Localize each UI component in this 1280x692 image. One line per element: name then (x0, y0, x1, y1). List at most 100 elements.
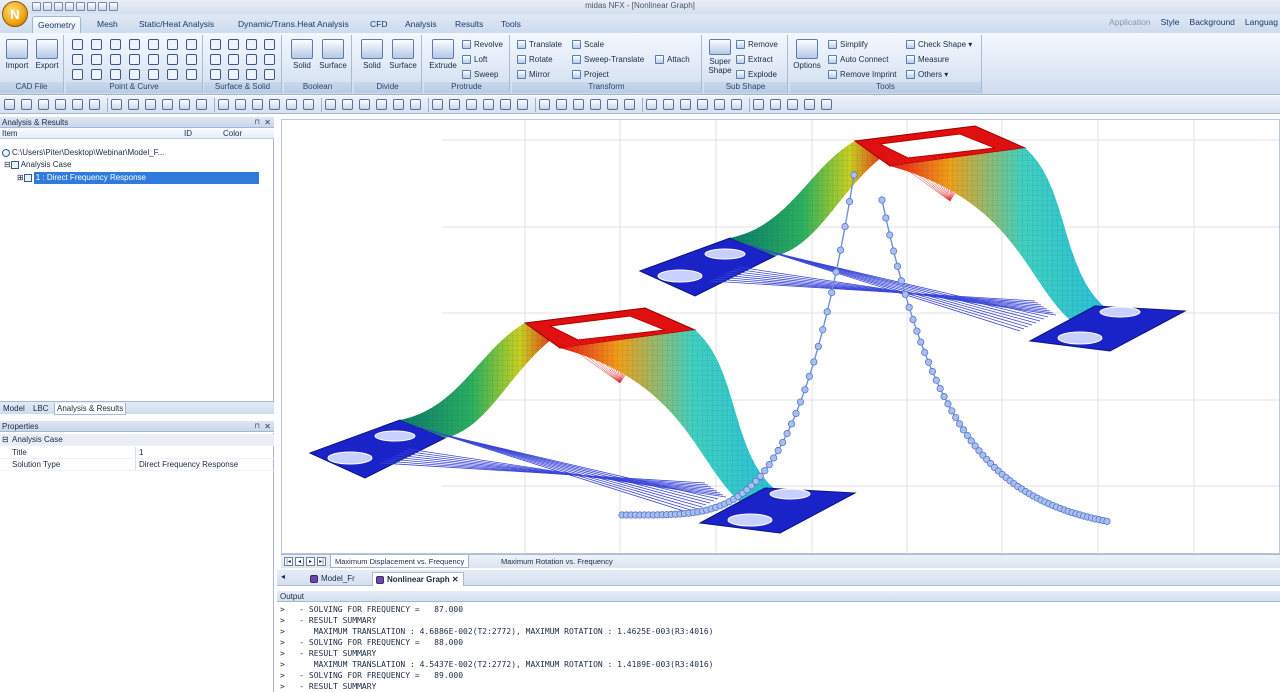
rotate-view-icon[interactable] (714, 99, 725, 110)
application-menu[interactable]: Application (1109, 17, 1151, 27)
sweep-translate-button[interactable]: Sweep-Translate (572, 53, 644, 66)
grid-icon[interactable] (432, 99, 443, 110)
translate-button[interactable]: Translate (517, 38, 562, 51)
tab-mesh[interactable]: Mesh (92, 16, 123, 33)
select-icon[interactable] (646, 99, 657, 110)
tab-cfd[interactable]: CFD (365, 16, 392, 33)
prev-sheet-icon[interactable]: ◂ (295, 557, 304, 566)
fillet-solid-icon[interactable] (264, 54, 275, 65)
measure-view-icon[interactable] (303, 99, 314, 110)
extend-icon[interactable] (129, 54, 140, 65)
close-icon[interactable]: ✕ (264, 117, 271, 128)
col-color[interactable]: Color (223, 128, 242, 139)
tree-root[interactable]: C:\Users\Piter\Desktop\Webinar\Model_F..… (2, 147, 164, 159)
rotate-view-icon[interactable] (393, 99, 404, 110)
property-row-solution-type[interactable]: Solution Type Direct Frequency Response (0, 459, 274, 471)
fillet-icon[interactable] (72, 54, 83, 65)
save-icon[interactable] (54, 1, 63, 11)
close-tab-icon[interactable]: ✕ (452, 575, 459, 584)
wireframe-icon[interactable] (821, 99, 832, 110)
pin-icon[interactable]: ⊓ (255, 421, 260, 432)
view-iso-icon[interactable] (804, 99, 815, 110)
select-icon[interactable] (4, 99, 15, 110)
tab-model[interactable]: Model (1, 403, 27, 415)
rectangle-icon[interactable] (148, 69, 159, 80)
collapse-icon[interactable]: ⊟ (4, 160, 11, 169)
property-row-title[interactable]: Title 1 (0, 447, 274, 459)
layer-icon[interactable] (590, 99, 601, 110)
box-icon[interactable] (210, 69, 221, 80)
zoom-icon[interactable] (680, 99, 691, 110)
auto-connect-button[interactable]: Auto Connect (828, 53, 888, 66)
arc-icon[interactable] (72, 69, 83, 80)
lock-icon[interactable] (342, 99, 353, 110)
next-sheet-icon[interactable]: ▸ (306, 557, 315, 566)
tab-max-displacement[interactable]: Maximum Displacement vs. Frequency (330, 555, 470, 568)
layer-icon[interactable] (269, 99, 280, 110)
remove-button[interactable]: Remove (736, 38, 778, 51)
axis-icon[interactable] (607, 99, 618, 110)
point-icon[interactable] (167, 54, 178, 65)
view-front-icon[interactable] (128, 99, 139, 110)
collapse-icon[interactable]: ⊟ (2, 434, 9, 446)
sphere-icon[interactable] (246, 69, 257, 80)
plane-icon[interactable] (228, 54, 239, 65)
extract-button[interactable]: Extract (736, 53, 773, 66)
col-item[interactable]: Item (2, 128, 18, 139)
tab-results[interactable]: Results (450, 16, 488, 33)
explode-button[interactable]: Explode (736, 68, 777, 81)
fit-icon[interactable] (89, 99, 100, 110)
hide-icon[interactable] (556, 99, 567, 110)
copy-icon[interactable] (87, 1, 96, 11)
zoom-icon[interactable] (38, 99, 49, 110)
pan-icon[interactable] (697, 99, 708, 110)
grid-icon[interactable] (753, 99, 764, 110)
boolean-surface-button[interactable]: Surface (318, 37, 348, 79)
select-icon[interactable] (325, 99, 336, 110)
scale-button[interactable]: Scale (572, 38, 604, 51)
lock-icon[interactable] (21, 99, 32, 110)
view-top-icon[interactable] (145, 99, 156, 110)
shaded-icon[interactable] (196, 99, 207, 110)
super-shape-button[interactable]: Super Shape (705, 37, 735, 79)
check-shape-button[interactable]: Check Shape ▾ (906, 38, 972, 51)
mirror-button[interactable]: Mirror (517, 68, 550, 81)
tab-dynamic-analysis[interactable]: Dynamic/Trans.Heat Analysis (233, 16, 354, 33)
doc-tab-nonlinear-graph[interactable]: Nonlinear Graph ✕ (372, 572, 464, 586)
circle-icon[interactable] (91, 69, 102, 80)
line-icon[interactable] (186, 54, 197, 65)
options-button[interactable]: Options (792, 37, 822, 79)
measure-view-icon[interactable] (624, 99, 635, 110)
remove-imprint-button[interactable]: Remove Imprint (828, 68, 896, 81)
project-button[interactable]: Project (572, 68, 609, 81)
sweep-button[interactable]: Sweep (462, 68, 498, 81)
cone-icon[interactable] (264, 69, 275, 80)
view-top-icon[interactable] (466, 99, 477, 110)
tab-static-heat-analysis[interactable]: Static/Heat Analysis (134, 16, 219, 33)
print-icon[interactable] (65, 1, 74, 11)
trim-icon[interactable] (110, 54, 121, 65)
fit-icon[interactable] (410, 99, 421, 110)
property-value[interactable]: Direct Frequency Response (139, 459, 238, 471)
wireframe-icon[interactable] (179, 99, 190, 110)
scroll-left-icon[interactable]: ◂ (281, 572, 285, 581)
wireframe-icon[interactable] (500, 99, 511, 110)
property-value[interactable]: 1 (139, 447, 143, 459)
boolean-solid-button[interactable]: Solid (287, 37, 317, 79)
simplify-button[interactable]: Simplify (828, 38, 868, 51)
cylinder-icon[interactable] (228, 39, 239, 50)
pin-icon[interactable]: ⊓ (255, 117, 260, 128)
view-front-icon[interactable] (449, 99, 460, 110)
new-file-icon[interactable] (32, 1, 41, 11)
polyline-icon[interactable] (129, 69, 140, 80)
extrude-button[interactable]: Extrude (426, 37, 460, 79)
tab-geometry[interactable]: Geometry (32, 16, 82, 33)
divide-surface-button[interactable]: Surface (388, 37, 418, 79)
attach-button[interactable]: Attach (655, 53, 690, 66)
cylinder-icon[interactable] (228, 69, 239, 80)
shaded-icon[interactable] (517, 99, 528, 110)
axis-icon[interactable] (286, 99, 297, 110)
others-button[interactable]: Others ▾ (906, 68, 948, 81)
doc-tab-model[interactable]: Model_Fr (307, 572, 359, 586)
spline-icon[interactable] (110, 69, 121, 80)
